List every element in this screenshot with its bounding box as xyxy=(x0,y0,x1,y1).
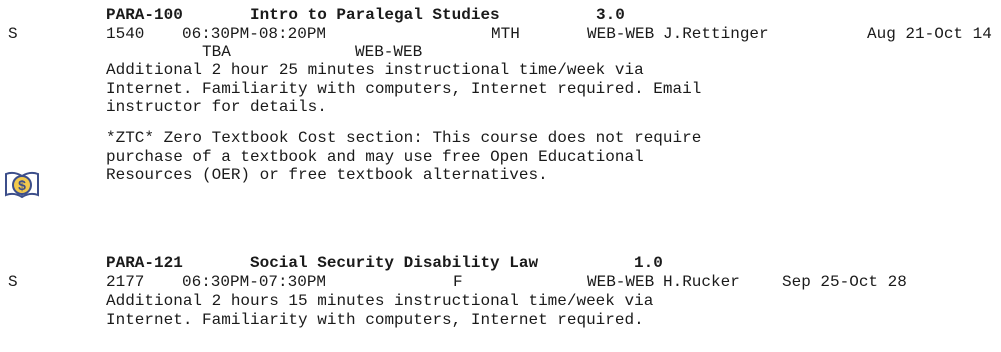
course-note-line: Internet. Familiarity with computers, In… xyxy=(106,311,644,329)
section-number: 2177 xyxy=(106,273,145,291)
course-units: 1.0 xyxy=(634,254,663,272)
section-dates: Sep 25-Oct 28 xyxy=(782,273,907,291)
course-units: 3.0 xyxy=(596,6,625,24)
section-instructor: J.Rettinger xyxy=(663,25,769,43)
ztc-note-line: purchase of a textbook and may use free … xyxy=(106,148,644,166)
course-note-line: Internet. Familiarity with computers, In… xyxy=(106,80,702,98)
course-code: PARA-100 xyxy=(106,6,183,24)
section-status: S xyxy=(8,25,18,43)
course-title: Intro to Paralegal Studies xyxy=(250,6,500,24)
section-status: S xyxy=(8,273,18,291)
ztc-note-line: Resources (OER) or free textbook alterna… xyxy=(106,166,548,184)
course-code: PARA-121 xyxy=(106,254,183,272)
course-note-line: Additional 2 hour 25 minutes instruction… xyxy=(106,61,644,79)
section-days: F xyxy=(453,273,463,291)
svg-text:$: $ xyxy=(18,177,26,193)
section-days: MTH xyxy=(491,25,520,43)
tba-time: TBA xyxy=(202,43,231,61)
section-location: WEB-WEB xyxy=(587,273,655,291)
tba-location: WEB-WEB xyxy=(355,43,423,61)
zero-textbook-cost-icon: $ xyxy=(5,171,39,199)
ztc-note-line: *ZTC* Zero Textbook Cost section: This c… xyxy=(106,129,702,147)
section-location: WEB-WEB xyxy=(587,25,655,43)
section-time: 06:30PM-07:30PM xyxy=(182,273,327,291)
section-dates: Aug 21-Oct 14 xyxy=(867,25,992,43)
section-time: 06:30PM-08:20PM xyxy=(182,25,327,43)
course-note-line: Additional 2 hours 15 minutes instructio… xyxy=(106,292,654,310)
course-note-line: instructor for details. xyxy=(106,98,327,116)
course-title: Social Security Disability Law xyxy=(250,254,539,272)
section-instructor: H.Rucker xyxy=(663,273,740,291)
section-number: 1540 xyxy=(106,25,145,43)
